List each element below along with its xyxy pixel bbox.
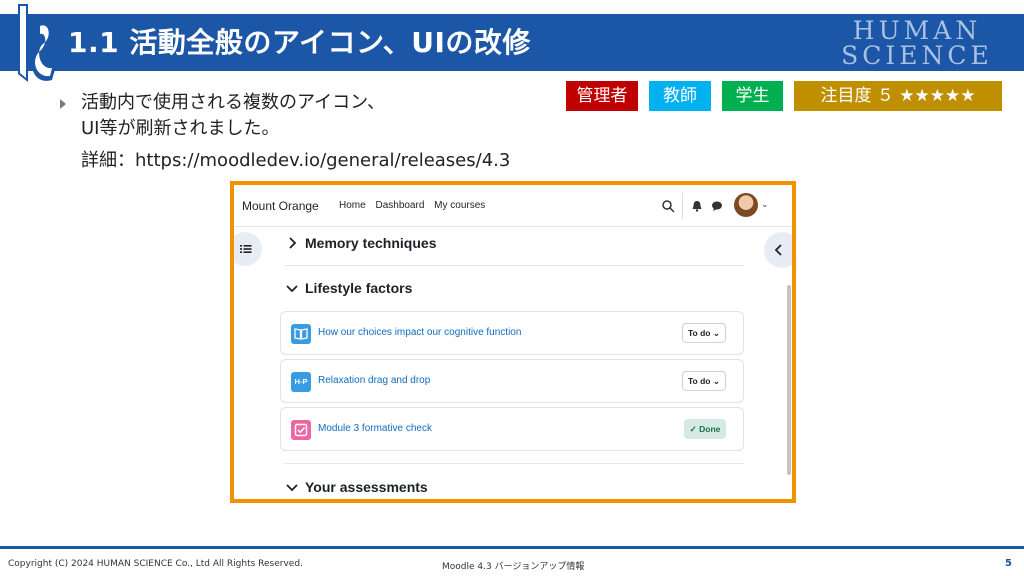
completion-label: To do: [688, 328, 711, 338]
bullet-text: 活動内で使用される複数のアイコン、 UI等が刷新されました。: [81, 90, 501, 142]
detail-link[interactable]: 詳細：https://moodledev.io/general/releases…: [81, 149, 510, 173]
chevron-down-icon[interactable]: [286, 282, 298, 294]
nav-home[interactable]: Home: [339, 200, 366, 211]
chat-icon[interactable]: [710, 199, 724, 213]
badge-student: 学生: [722, 81, 783, 111]
bullet-line-2: UI等が刷新されました。: [81, 118, 280, 139]
document-title: Moodle 4.3 バージョンアップ情報: [442, 562, 585, 572]
brand-logo-text: HUMAN SCIENCE: [832, 18, 1002, 68]
completion-label: To do: [688, 376, 711, 386]
company-logo-icon: [18, 4, 56, 82]
activity-item[interactable]: Module 3 formative check ✓ Done: [280, 407, 744, 451]
search-icon[interactable]: [661, 199, 675, 213]
scrollbar[interactable]: [787, 285, 791, 475]
footer-divider: [0, 546, 1024, 549]
moodle-navbar: Mount Orange Home Dashboard My courses ⌄: [234, 185, 792, 227]
section-title-memory[interactable]: Memory techniques: [305, 235, 436, 251]
moodle-screenshot: Mount Orange Home Dashboard My courses ⌄: [230, 181, 796, 503]
activity-link[interactable]: Module 3 formative check: [318, 423, 432, 434]
badge-teacher: 教師: [649, 81, 711, 111]
activity-link[interactable]: How our choices impact our cognitive fun…: [318, 327, 521, 338]
brand-line-2: SCIENCE: [841, 41, 993, 70]
completion-dropdown[interactable]: To do ⌄: [682, 371, 726, 391]
section-title-lifestyle[interactable]: Lifestyle factors: [305, 280, 412, 296]
chevron-down-icon[interactable]: [286, 481, 298, 493]
section-divider: [284, 463, 744, 464]
slide-title: 1.1 活動全般のアイコン、UIの改修: [68, 26, 531, 59]
bell-icon[interactable]: [690, 199, 704, 213]
site-name[interactable]: Mount Orange: [242, 199, 319, 213]
list-icon: [240, 245, 252, 253]
chevron-left-icon: [774, 244, 782, 256]
activity-link[interactable]: Relaxation drag and drop: [318, 375, 430, 386]
primary-nav: Home Dashboard My courses: [339, 200, 492, 211]
book-icon: [291, 324, 311, 344]
badge-attention: 注目度 ５ ★★★★★: [794, 81, 1002, 111]
nav-my-courses[interactable]: My courses: [434, 200, 485, 211]
brand-line-1: HUMAN: [852, 16, 982, 45]
nav-dashboard[interactable]: Dashboard: [375, 200, 424, 211]
navbar-divider: [682, 193, 683, 219]
chevron-down-icon[interactable]: ⌄: [761, 199, 769, 210]
title-bar: 1.1 活動全般のアイコン、UIの改修 HUMAN SCIENCE: [0, 14, 1024, 71]
bullet-arrow-icon: [60, 99, 66, 109]
course-index-toggle[interactable]: [234, 232, 262, 266]
page-number: 5: [1005, 558, 1012, 569]
badge-admin: 管理者: [566, 81, 638, 111]
copyright: Copyright (C) 2024 HUMAN SCIENCE Co., Lt…: [8, 559, 303, 569]
completion-done-badge[interactable]: ✓ Done: [684, 419, 726, 439]
chevron-right-icon[interactable]: [286, 237, 298, 249]
completion-dropdown[interactable]: To do ⌄: [682, 323, 726, 343]
h5p-icon: H-P: [291, 372, 311, 392]
section-divider: [284, 265, 744, 266]
quiz-icon: [291, 420, 311, 440]
activity-item[interactable]: How our choices impact our cognitive fun…: [280, 311, 744, 355]
block-drawer-toggle[interactable]: [764, 232, 792, 268]
avatar[interactable]: [734, 193, 758, 217]
activity-item[interactable]: H-P Relaxation drag and drop To do ⌄: [280, 359, 744, 403]
bullet-line-1: 活動内で使用される複数のアイコン、: [81, 92, 386, 113]
section-title-assessments[interactable]: Your assessments: [305, 479, 428, 495]
